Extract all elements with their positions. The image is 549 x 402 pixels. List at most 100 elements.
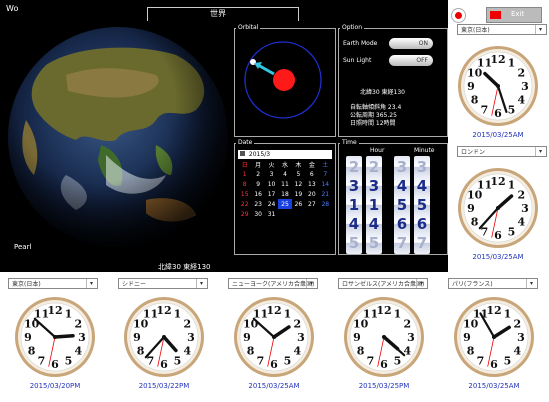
calendar-week: 15 16 17 18 19 20 21 bbox=[238, 189, 332, 199]
calendar-day[interactable]: 2 bbox=[251, 169, 264, 179]
calendar-week: 8 9 10 11 12 13 14 bbox=[238, 179, 332, 189]
clock-numeral: 1 bbox=[508, 179, 516, 192]
clock-numeral: 5 bbox=[65, 354, 73, 367]
weekday-label: 月 bbox=[255, 161, 262, 169]
calendar-weekdays: 日月火水木金土 bbox=[238, 159, 332, 169]
clock-numeral: 3 bbox=[521, 202, 529, 215]
clock-center bbox=[496, 206, 500, 210]
calendar-day[interactable]: 5 bbox=[292, 169, 305, 179]
earth-toggle[interactable]: ON bbox=[389, 38, 433, 49]
calendar-week: 1234567 bbox=[238, 169, 332, 179]
city-select[interactable]: ロンドン ▾ bbox=[457, 146, 547, 157]
calendar-day[interactable]: 30 bbox=[251, 209, 264, 219]
clock-numeral: 1 bbox=[284, 308, 292, 321]
clock-numeral: 9 bbox=[133, 331, 141, 344]
calendar-day[interactable]: 24 bbox=[265, 199, 278, 209]
calendar-day[interactable]: 28 bbox=[319, 199, 332, 209]
clock-numeral: 4 bbox=[294, 345, 302, 358]
clock-numeral: 2 bbox=[294, 318, 302, 331]
weekday-label: 火 bbox=[268, 161, 275, 169]
calendar-day[interactable]: 26 bbox=[292, 199, 305, 209]
clock-numeral: 2 bbox=[184, 318, 192, 331]
calendar-day[interactable]: 15 bbox=[238, 189, 251, 199]
calendar-day[interactable]: 29 bbox=[238, 209, 251, 219]
hour-digit: 5 bbox=[346, 232, 362, 254]
calendar-day[interactable]: 27 bbox=[305, 199, 318, 209]
city-select[interactable]: パリ(フランス) ▾ bbox=[448, 278, 538, 289]
weekday-label: 木 bbox=[295, 161, 302, 169]
city-select[interactable]: ロサンゼルス(アメリカ合衆国) ▾ bbox=[338, 278, 428, 289]
calendar-day[interactable]: 25 bbox=[278, 199, 292, 209]
clock-numeral: 9 bbox=[463, 331, 471, 344]
clock-numeral: 8 bbox=[467, 345, 475, 358]
calendar: 2015/3 日月火水木金土 1 2 3 4 5 6 7 8 9 10 11 12 13 14 15 16 17… bbox=[238, 150, 332, 219]
clock-numeral: 3 bbox=[517, 331, 525, 344]
clock-numeral: 6 bbox=[494, 229, 502, 242]
city-select[interactable]: 東京(日本) ▾ bbox=[8, 278, 98, 289]
calendar-day[interactable]: 20 bbox=[305, 189, 318, 199]
calendar-day[interactable]: 9 bbox=[251, 179, 264, 189]
calendar-day[interactable]: 4 bbox=[278, 169, 291, 179]
hour-hand bbox=[53, 333, 75, 339]
clock-numeral: 8 bbox=[28, 345, 36, 358]
calendar-day bbox=[278, 209, 291, 219]
clock-numeral: 3 bbox=[78, 331, 86, 344]
calendar-day[interactable]: 3 bbox=[265, 169, 278, 179]
calendar-day[interactable]: 31 bbox=[265, 209, 278, 219]
option-info: 自転軸傾斜角 23.4 公転周期 365.25 日照時間 12時間 bbox=[350, 104, 450, 128]
calendar-day[interactable]: 11 bbox=[278, 179, 291, 189]
earth-globe[interactable] bbox=[6, 25, 230, 249]
record-button[interactable] bbox=[451, 8, 466, 23]
exit-button[interactable]: Exit bbox=[486, 7, 542, 23]
clock-numeral: 5 bbox=[508, 103, 516, 116]
calendar-day[interactable]: 6 bbox=[305, 169, 318, 179]
clock-numeral: 7 bbox=[38, 354, 46, 367]
header-title: 世界 bbox=[210, 9, 226, 18]
calendar-menu-icon[interactable] bbox=[240, 151, 245, 156]
clock-center bbox=[162, 335, 166, 339]
calendar-day[interactable]: 19 bbox=[292, 189, 305, 199]
city-select[interactable]: シドニー ▾ bbox=[118, 278, 208, 289]
calendar-day[interactable]: 22 bbox=[238, 199, 251, 209]
city-select-value: 東京(日本) bbox=[12, 281, 41, 288]
clock-numeral: 11 bbox=[477, 57, 492, 70]
clock-numeral: 1 bbox=[65, 308, 73, 321]
calendar-day[interactable]: 1 bbox=[238, 169, 251, 179]
calendar-week: 22 23 24 25 26 27 28 bbox=[238, 199, 332, 209]
weekday-label: 日 bbox=[241, 161, 248, 169]
calendar-day[interactable]: 7 bbox=[319, 169, 332, 179]
calendar-day[interactable]: 10 bbox=[265, 179, 278, 189]
city-select-value: シドニー bbox=[122, 281, 147, 288]
analog-clock: 121234567891011 bbox=[454, 297, 534, 377]
clock-numeral: 12 bbox=[376, 304, 391, 317]
clock-numeral: 12 bbox=[266, 304, 281, 317]
clock-numeral: 5 bbox=[174, 354, 182, 367]
city-select[interactable]: 東京(日本) ▾ bbox=[457, 24, 547, 35]
calendar-day[interactable]: 21 bbox=[319, 189, 332, 199]
calendar-day[interactable]: 18 bbox=[278, 189, 291, 199]
flip-clock[interactable]: 23145231453456734567 bbox=[346, 156, 442, 254]
calendar-day[interactable]: 23 bbox=[251, 199, 264, 209]
date-label: Date bbox=[236, 139, 255, 146]
city-select-value: 東京(日本) bbox=[461, 27, 490, 34]
calendar-day[interactable]: 14 bbox=[319, 179, 332, 189]
calendar-day[interactable]: 12 bbox=[292, 179, 305, 189]
clock-numeral: 9 bbox=[243, 331, 251, 344]
chevron-down-icon: ▾ bbox=[526, 279, 536, 288]
hour-digit: 5 bbox=[366, 232, 382, 254]
calendar-day[interactable]: 17 bbox=[265, 189, 278, 199]
sun-toggle[interactable]: OFF bbox=[389, 55, 433, 66]
clock-datetime: 2015/03/20PM bbox=[29, 382, 81, 390]
clock-numeral: 9 bbox=[467, 202, 475, 215]
clock-numeral: 7 bbox=[477, 354, 485, 367]
calendar-day[interactable]: 16 bbox=[251, 189, 264, 199]
city-select[interactable]: ニューヨーク(アメリカ合衆国) ▾ bbox=[228, 278, 318, 289]
clock-numeral: 11 bbox=[363, 308, 378, 321]
record-icon bbox=[455, 12, 462, 19]
calendar-day[interactable]: 8 bbox=[238, 179, 251, 189]
calendar-day[interactable]: 13 bbox=[305, 179, 318, 189]
minute-digit: 7 bbox=[394, 232, 410, 254]
clock-numeral: 9 bbox=[467, 80, 475, 93]
clock-center bbox=[496, 84, 500, 88]
clock-center bbox=[382, 335, 386, 339]
